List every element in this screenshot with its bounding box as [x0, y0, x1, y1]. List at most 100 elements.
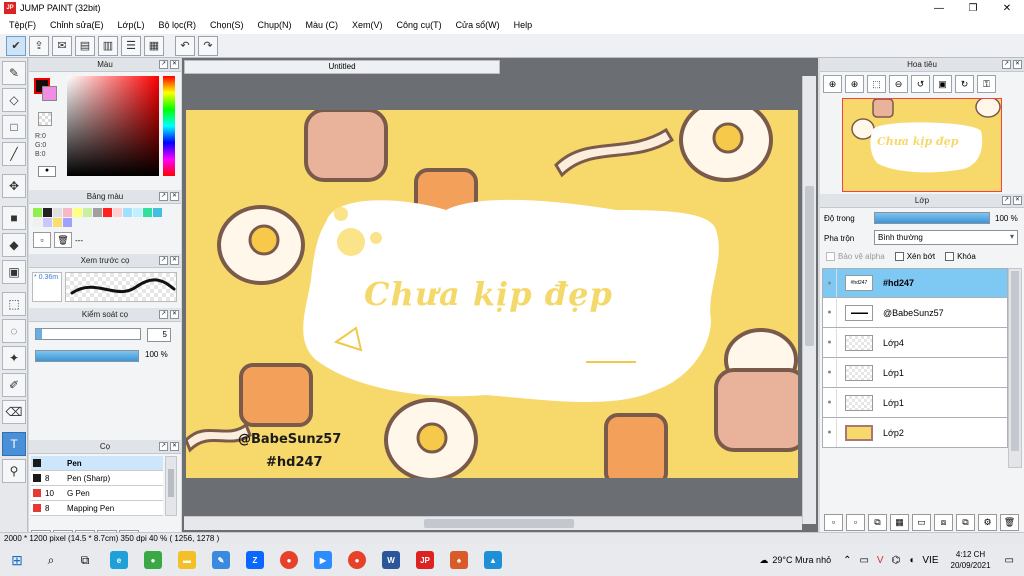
lock-checkbox[interactable]: Khóa	[945, 252, 976, 261]
chrome-alt-icon[interactable]: ●	[340, 545, 374, 575]
close-icon[interactable]: ✕	[170, 442, 179, 451]
network-icon[interactable]: ⌬	[892, 555, 901, 566]
layer-mask-icon[interactable]: ▦	[890, 514, 909, 531]
visibility-icon[interactable]: ●	[823, 269, 837, 297]
minimize-button[interactable]: —	[922, 0, 956, 16]
palette-swatch[interactable]	[63, 208, 72, 217]
close-icon[interactable]: ✕	[170, 310, 179, 319]
palette-swatch[interactable]	[33, 218, 42, 227]
palette-swatch[interactable]	[33, 208, 42, 217]
menu-capture[interactable]: Chụp(N)	[251, 20, 299, 30]
palette-swatch[interactable]	[93, 208, 102, 217]
paint-app-icon[interactable]: ✎	[204, 545, 238, 575]
transparent-swatch[interactable]	[38, 112, 52, 126]
comment-icon[interactable]: ✉	[52, 35, 72, 56]
brush-size-slider[interactable]	[35, 328, 141, 340]
canvas-horizontal-scrollbar[interactable]	[184, 516, 802, 530]
palette-swatch[interactable]	[43, 208, 52, 217]
select-pen-icon[interactable]: ✐	[2, 373, 26, 397]
float-icon[interactable]: ↗	[1002, 60, 1011, 69]
hue-slider[interactable]	[163, 76, 175, 176]
brush-item[interactable]: 10 G Pen	[31, 486, 163, 501]
trash-icon[interactable]: 🗑	[54, 232, 72, 248]
vivaldi-icon[interactable]: V	[877, 555, 884, 566]
palette-swatch[interactable]	[123, 208, 132, 217]
palette-swatch[interactable]	[133, 208, 142, 217]
file-explorer-icon[interactable]: ▬	[170, 545, 204, 575]
document-icon[interactable]: ▥	[98, 35, 118, 56]
brush-opacity-slider[interactable]	[35, 350, 139, 362]
layer-row[interactable]: ● Lớp2	[822, 418, 1008, 448]
edge-icon[interactable]: e	[102, 545, 136, 575]
navigator-thumbnail[interactable]: Chưa kịp đẹp	[820, 96, 1024, 194]
canvas-vertical-scrollbar[interactable]	[802, 76, 816, 524]
clipping-checkbox[interactable]: Xén bớt	[894, 252, 935, 261]
eye-icon[interactable]: ●	[38, 166, 56, 177]
search-icon[interactable]: ⌕	[34, 545, 68, 575]
palette-swatch[interactable]	[113, 208, 122, 217]
float-icon[interactable]: ↗	[159, 442, 168, 451]
chrome-icon[interactable]: ●	[272, 545, 306, 575]
brush-tool-icon[interactable]: ✎	[2, 61, 26, 85]
saturation-value-picker[interactable]	[67, 76, 159, 176]
line-tool-icon[interactable]: ╱	[2, 142, 26, 166]
sync-icon[interactable]: ✔	[6, 35, 26, 56]
navigator-preview[interactable]: Chưa kịp đẹp	[842, 98, 1002, 192]
layer-opacity-slider[interactable]	[874, 212, 990, 224]
close-icon[interactable]: ✕	[1013, 60, 1022, 69]
weather-widget[interactable]: ☁ 29°C Mưa nhỏ	[759, 555, 831, 566]
brush-scrollbar[interactable]	[165, 456, 177, 516]
layer-folder-icon[interactable]: ▭	[912, 514, 931, 531]
jump-paint-icon[interactable]: JP	[408, 545, 442, 575]
menu-view[interactable]: Xem(V)	[345, 20, 390, 30]
clock[interactable]: 4:12 CH 20/09/2021	[951, 549, 991, 571]
visibility-icon[interactable]: ●	[823, 298, 837, 327]
float-icon[interactable]: ↗	[159, 60, 168, 69]
brush-item[interactable]: 8 Mapping Pen	[31, 501, 163, 516]
redo-icon[interactable]: ↷	[198, 35, 218, 56]
word-icon[interactable]: W	[374, 545, 408, 575]
palette-swatch[interactable]	[153, 208, 162, 217]
layer-row[interactable]: ● Lớp1	[822, 358, 1008, 388]
app-icon-green[interactable]: ●	[136, 545, 170, 575]
new-layer-icon[interactable]: ▫	[824, 514, 843, 531]
restore-button[interactable]: ❐	[956, 0, 990, 16]
layer-row[interactable]: ● Lớp1	[822, 388, 1008, 418]
document-tab[interactable]: Untitled	[184, 60, 500, 74]
zalo-icon[interactable]: Z	[238, 545, 272, 575]
layer-scrollbar[interactable]	[1008, 268, 1022, 468]
palette-swatch[interactable]	[73, 208, 82, 217]
delete-layer-icon[interactable]: 🗑	[1000, 514, 1019, 531]
gradient-tool-icon[interactable]: ▣	[2, 260, 26, 284]
task-view-icon[interactable]: ⧉	[68, 545, 102, 575]
paint-tool-icon[interactable]: ♠	[442, 545, 476, 575]
visibility-icon[interactable]: ●	[823, 358, 837, 387]
palette-swatch[interactable]	[63, 218, 72, 227]
palette-swatch[interactable]	[83, 208, 92, 217]
notification-icon[interactable]: ▭	[1005, 555, 1014, 566]
start-button[interactable]: ⊞	[0, 545, 34, 575]
menu-layer[interactable]: Lớp(L)	[111, 20, 152, 30]
message-icon[interactable]: ▤	[75, 35, 95, 56]
zoom-app-icon[interactable]: ▶	[306, 545, 340, 575]
bucket-tool-icon[interactable]: ◆	[2, 233, 26, 257]
chevron-up-icon[interactable]: ⌃	[843, 555, 851, 566]
close-button[interactable]: ✕	[990, 0, 1024, 16]
share-icon[interactable]: ⇪	[29, 35, 49, 56]
layer-settings-icon[interactable]: ⚙	[978, 514, 997, 531]
blend-mode-select[interactable]: Bình thường	[874, 230, 1018, 245]
close-icon[interactable]: ✕	[1013, 196, 1022, 205]
float-icon[interactable]: ↗	[159, 310, 168, 319]
float-icon[interactable]: ↗	[159, 192, 168, 201]
new-swatch-icon[interactable]: ▫	[33, 232, 51, 248]
float-icon[interactable]: ↗	[1002, 196, 1011, 205]
zoom-in-icon[interactable]: ⊕	[823, 75, 842, 93]
rotate-left-icon[interactable]: ↺	[911, 75, 930, 93]
rect-tool-icon[interactable]: □	[2, 115, 26, 139]
menu-color[interactable]: Màu (C)	[299, 20, 346, 30]
brush-item[interactable]: 8 Pen (Sharp)	[31, 471, 163, 486]
close-icon[interactable]: ✕	[170, 60, 179, 69]
speaker-icon[interactable]: ◖	[908, 555, 914, 566]
palette-swatch[interactable]	[143, 208, 152, 217]
artwork-canvas[interactable]: Chưa kịp đẹp @BabeSunz57 #hd247	[186, 110, 798, 478]
